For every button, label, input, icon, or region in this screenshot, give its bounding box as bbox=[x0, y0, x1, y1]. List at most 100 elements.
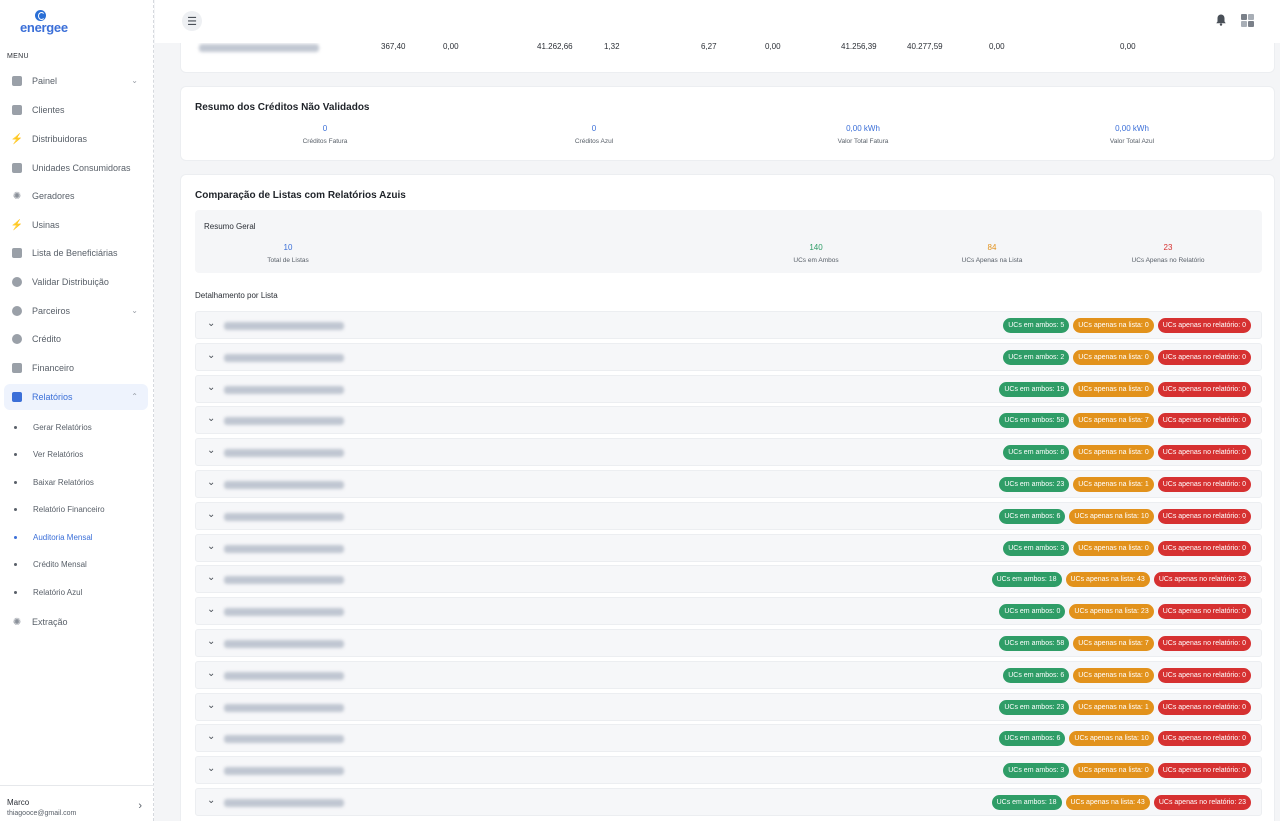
chevron-right-icon[interactable]: › bbox=[138, 800, 142, 812]
chevron-down-icon[interactable]: ⌄ bbox=[207, 668, 215, 679]
badge-group: UCs em ambos: 23 UCs apenas na lista: 1 UC… bbox=[999, 699, 1251, 715]
summary-label: UCs em Ambos bbox=[793, 257, 839, 264]
badge-ucs-ambos: UCs em ambos: 3 bbox=[1003, 540, 1070, 556]
apps-icon[interactable] bbox=[1241, 14, 1254, 27]
redacted-list-name bbox=[224, 512, 344, 521]
badge-ucs-apenas-lista: UCs apenas na lista: 43 bbox=[1065, 572, 1150, 588]
chevron-down-icon[interactable]: ⌄ bbox=[207, 477, 215, 488]
sidebar-item-credito[interactable]: Crédito bbox=[4, 326, 148, 352]
list-row[interactable]: ⌄ UCs em ambos: 19 UCs apenas na lista: 0U… bbox=[195, 374, 1262, 403]
chevron-down-icon[interactable]: ⌄ bbox=[207, 413, 215, 424]
subitem-relatorio-financeiro[interactable]: Relatório Financeiro bbox=[14, 500, 105, 518]
list-row[interactable]: ⌄ UCs em ambos: 0 UCs apenas na lista: 23 U… bbox=[195, 597, 1262, 626]
list-row[interactable]: ⌄ UCs em ambos: 5 UCs apenas na lista: 0 UC… bbox=[195, 311, 1262, 339]
list-row[interactable]: ⌄ UCs em ambos: 2 UCs apenas na lista: 0 UC… bbox=[195, 342, 1262, 371]
menu-toggle-icon[interactable]: ☰ bbox=[182, 11, 202, 31]
badge-ucs-apenas-relatorio: UCs apenas no relatório: 23 bbox=[1153, 572, 1251, 588]
user-name: Marco bbox=[7, 798, 30, 807]
users-icon bbox=[11, 104, 23, 116]
sidebar-item-label: Extração bbox=[32, 617, 68, 627]
subitem-label: Crédito Mensal bbox=[33, 559, 87, 569]
redacted-list-name bbox=[224, 576, 344, 585]
chevron-down-icon[interactable]: ⌄ bbox=[207, 572, 215, 583]
chevron-down-icon[interactable]: ⌄ bbox=[207, 509, 215, 520]
list-row[interactable]: ⌄ UCs em ambos: 6 UCs apenas na lista: 0 UC… bbox=[195, 660, 1262, 689]
badge-ucs-ambos: UCs em ambos: 6 bbox=[1003, 667, 1070, 683]
summary-ucs-apenas-relatorio: 23 UCs Apenas no Relatório bbox=[1108, 243, 1228, 264]
list-row[interactable]: ⌄ UCs em ambos: 58 UCs apenas na lista: 7U… bbox=[195, 629, 1262, 657]
badge-ucs-apenas-relatorio: UCs apenas no relatório: 0 bbox=[1157, 318, 1251, 333]
list-row[interactable]: ⌄ UCs em ambos: 23 UCs apenas na lista: 1U… bbox=[195, 692, 1262, 721]
sidebar-item-unidades-consumidoras[interactable]: Unidades Consumidoras bbox=[4, 155, 148, 181]
user-email: thiagooce@gmail.com bbox=[7, 810, 77, 817]
list-row[interactable]: ⌄ UCs em ambos: 6 UCs apenas na lista: 10 U… bbox=[195, 501, 1262, 530]
sidebar-item-relatorios[interactable]: Relatórios ⌃ bbox=[4, 384, 148, 410]
list-row[interactable]: ⌄ UCs em ambos: 3 UCs apenas na lista: 0 UC… bbox=[195, 533, 1262, 562]
sidebar-item-usinas[interactable]: ⚡ Usinas bbox=[4, 212, 148, 238]
sidebar-item-distribuidoras[interactable]: ⚡ Distribuidoras bbox=[4, 126, 148, 152]
redacted-list-name bbox=[224, 799, 344, 807]
chevron-down-icon[interactable]: ⌄ bbox=[207, 350, 215, 361]
badge-ucs-ambos: UCs em ambos: 5 bbox=[1003, 318, 1070, 333]
chevron-down-icon[interactable]: ⌄ bbox=[207, 700, 215, 711]
badge-ucs-ambos: UCs em ambos: 6 bbox=[1003, 445, 1070, 461]
chevron-down-icon[interactable]: ⌄ bbox=[207, 445, 215, 456]
chevron-down-icon[interactable]: ⌄ bbox=[207, 382, 215, 393]
badge-ucs-ambos: UCs em ambos: 18 bbox=[991, 572, 1062, 588]
badge-group: UCs em ambos: 5 UCs apenas na lista: 0 UCs… bbox=[1003, 318, 1251, 333]
table-cell: 0,00 bbox=[1120, 42, 1136, 51]
chevron-down-icon[interactable]: ⌄ bbox=[207, 795, 215, 806]
subitem-relatorio-azul[interactable]: Relatório Azul bbox=[14, 583, 82, 601]
chevron-down-icon[interactable]: ⌄ bbox=[207, 604, 215, 615]
sidebar-item-validar-distribuicao[interactable]: Validar Distribuição bbox=[4, 269, 148, 295]
subitem-baixar-relatorios[interactable]: Baixar Relatórios bbox=[14, 473, 94, 491]
list-row[interactable]: ⌄ UCs em ambos: 58 UCs apenas na lista: 7U… bbox=[195, 406, 1262, 435]
table-cell: 41.256,39 bbox=[841, 42, 877, 51]
list-row[interactable]: ⌄ UCs em ambos: 6 UCs apenas na lista: 10 U… bbox=[195, 724, 1262, 753]
list-row[interactable]: ⌄ UCs em ambos: 18 UCs apenas na lista: 43… bbox=[195, 788, 1262, 816]
dashboard-icon bbox=[11, 75, 23, 87]
redacted-list-name bbox=[224, 671, 344, 680]
bullet-icon bbox=[14, 562, 17, 566]
bell-icon[interactable] bbox=[1216, 14, 1226, 26]
brand-logo[interactable]: energee bbox=[20, 10, 68, 35]
subitem-auditoria-mensal[interactable]: Auditoria Mensal bbox=[14, 528, 93, 546]
sidebar-item-painel[interactable]: Painel ⌄ bbox=[4, 68, 148, 94]
badge-ucs-apenas-relatorio: UCs apenas no relatório: 0 bbox=[1157, 445, 1251, 461]
chevron-down-icon[interactable]: ⌄ bbox=[207, 541, 215, 552]
stat-value: 0 bbox=[322, 124, 328, 133]
badge-ucs-apenas-relatorio: UCs apenas no relatório: 0 bbox=[1157, 508, 1251, 524]
user-profile[interactable]: Marco thiagooce@gmail.com › bbox=[0, 785, 154, 821]
sidebar-item-parceiros[interactable]: Parceiros ⌄ bbox=[4, 298, 148, 324]
badge-ucs-ambos: UCs em ambos: 3 bbox=[1003, 763, 1070, 779]
chevron-down-icon[interactable]: ⌄ bbox=[207, 763, 215, 774]
subitem-gerar-relatorios[interactable]: Gerar Relatórios bbox=[14, 418, 92, 436]
list-row[interactable]: ⌄ UCs em ambos: 18 UCs apenas na lista: 43… bbox=[195, 565, 1262, 594]
list-row[interactable]: ⌄ UCs em ambos: 23 UCs apenas na lista: 1U… bbox=[195, 470, 1262, 498]
table-cell: 0,00 bbox=[765, 42, 781, 51]
sidebar-item-financeiro[interactable]: Financeiro bbox=[4, 355, 148, 381]
subitem-ver-relatorios[interactable]: Ver Relatórios bbox=[14, 445, 83, 463]
redacted-list-name bbox=[224, 417, 344, 426]
subitem-credito-mensal[interactable]: Crédito Mensal bbox=[14, 555, 87, 573]
sun-icon: ✺ bbox=[12, 616, 22, 628]
sidebar-item-lista-beneficiarias[interactable]: Lista de Beneficiárias bbox=[4, 240, 148, 266]
chevron-down-icon[interactable]: ⌄ bbox=[207, 731, 215, 742]
sidebar-item-clientes[interactable]: Clientes bbox=[4, 97, 148, 123]
stat-label: Valor Total Azul bbox=[1109, 138, 1155, 145]
badge-group: UCs em ambos: 6 UCs apenas na lista: 0 UCs… bbox=[1003, 667, 1251, 683]
badge-group: UCs em ambos: 6 UCs apenas na lista: 10 UC… bbox=[999, 508, 1251, 524]
chevron-down-icon[interactable]: ⌄ bbox=[207, 318, 215, 329]
stat-value: 0,00 kWh bbox=[1115, 124, 1149, 133]
badge-ucs-apenas-relatorio: UCs apenas no relatório: 23 bbox=[1153, 795, 1251, 810]
badge-ucs-ambos: UCs em ambos: 6 bbox=[999, 508, 1066, 524]
chevron-down-icon[interactable]: ⌄ bbox=[207, 636, 215, 647]
list-row[interactable]: ⌄ UCs em ambos: 6 UCs apenas na lista: 0 UC… bbox=[195, 438, 1262, 467]
redacted-list-name bbox=[224, 767, 344, 776]
sidebar-item-extracao[interactable]: ✺ Extração bbox=[4, 609, 148, 635]
sidebar-item-geradores[interactable]: ✺ Geradores bbox=[4, 183, 148, 209]
list-row[interactable]: ⌄ UCs em ambos: 3 UCs apenas na lista: 0 UC… bbox=[195, 756, 1262, 785]
list-comparison-card: Comparação de Listas com Relatórios Azui… bbox=[180, 174, 1275, 821]
sidebar-item-label: Parceiros bbox=[32, 306, 71, 316]
badge-ucs-apenas-lista: UCs apenas na lista: 0 bbox=[1073, 763, 1154, 779]
